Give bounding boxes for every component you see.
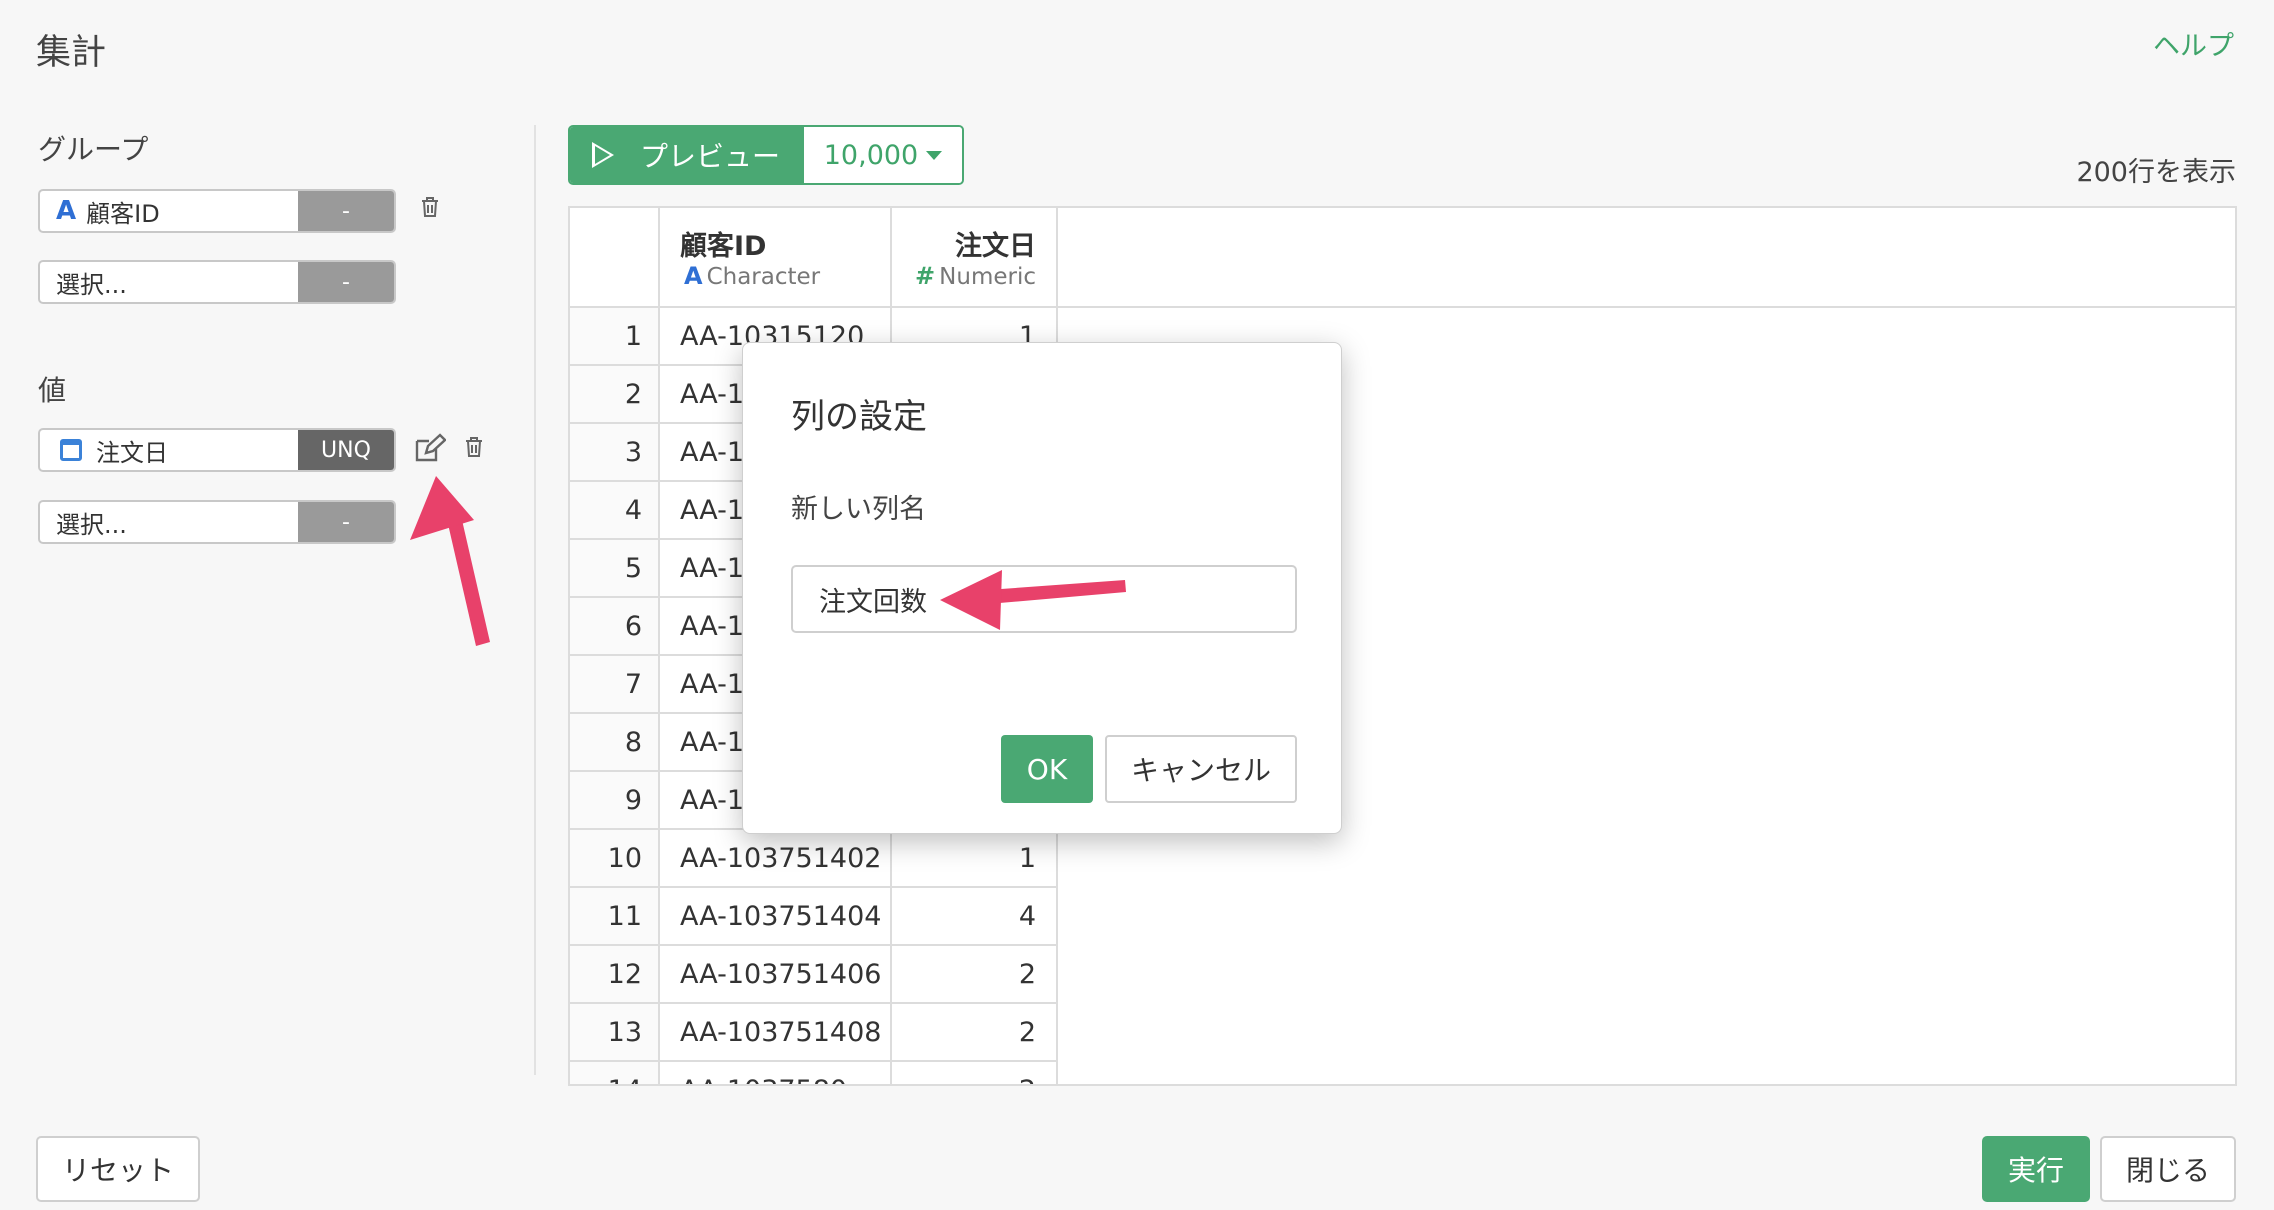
column-settings-dialog: 列の設定 新しい列名 注文回数 OK キャンセル	[742, 342, 1342, 834]
customer-id-cell: AA-103751404	[660, 888, 892, 946]
preview-rows-dropdown[interactable]: 10,000	[804, 127, 962, 183]
customer-id-cell: AA-103751406	[660, 946, 892, 1004]
trash-icon[interactable]	[464, 436, 484, 458]
play-icon	[592, 142, 614, 168]
annotation-arrow-to-edit	[410, 476, 490, 646]
group-add-selector[interactable]: 選択... -	[38, 260, 396, 304]
column-header-order-date[interactable]: 注文日 # Numeric	[892, 208, 1058, 308]
value-add-option-button[interactable]: -	[298, 502, 394, 542]
row-index: 13	[570, 1004, 660, 1062]
trash-icon[interactable]	[420, 196, 440, 218]
index-header	[570, 208, 660, 308]
preview-button[interactable]: プレビュー	[570, 127, 804, 183]
value-add-selector[interactable]: 選択... -	[38, 500, 396, 544]
help-link[interactable]: ヘルプ	[2153, 24, 2234, 63]
group-column-selector[interactable]: A 顧客ID -	[38, 189, 396, 233]
preview-control: プレビュー 10,000	[568, 125, 964, 185]
dialog-title: 列の設定	[791, 397, 927, 437]
group-section-label: グループ	[38, 133, 149, 166]
aggregation-unq-button[interactable]: UNQ	[298, 430, 394, 470]
value-column-selector[interactable]: 注文日 UNQ	[38, 428, 396, 472]
row-count-label: 200行を表示	[2076, 157, 2236, 188]
row-index: 14	[570, 1062, 660, 1084]
table-row: 11 AA-103751404 4	[570, 888, 1058, 946]
values-section-label: 値	[38, 374, 67, 407]
preview-label: プレビュー	[640, 140, 781, 173]
numeric-type-icon: #	[915, 262, 936, 290]
row-index: 5	[570, 540, 660, 598]
calendar-icon	[60, 439, 82, 461]
order-date-cell: 2	[892, 1062, 1058, 1084]
row-index: 8	[570, 714, 660, 772]
ok-button[interactable]: OK	[1001, 735, 1093, 803]
value-add-placeholder: 選択...	[56, 510, 127, 539]
cancel-button[interactable]: キャンセル	[1105, 735, 1297, 803]
group-column-name: 顧客ID	[86, 199, 160, 228]
reset-button[interactable]: リセット	[36, 1136, 200, 1202]
table-row: 13 AA-103751408 2	[570, 1004, 1058, 1062]
edit-icon[interactable]	[414, 433, 447, 463]
row-index: 9	[570, 772, 660, 830]
group-add-placeholder: 選択...	[56, 270, 127, 299]
column-header-customer-id[interactable]: 顧客ID A Character	[660, 208, 892, 308]
table-row: 12 AA-103751406 2	[570, 946, 1058, 1004]
table-row: 10 AA-103751402 1	[570, 830, 1058, 888]
character-type-icon: A	[56, 196, 77, 226]
order-date-cell: 2	[892, 1004, 1058, 1062]
row-index: 3	[570, 424, 660, 482]
table-row: 14AA-10375802	[570, 1062, 1058, 1084]
value-column-name: 注文日	[96, 438, 168, 467]
order-date-cell: 4	[892, 888, 1058, 946]
customer-id-cell: AA-103751402	[660, 830, 892, 888]
customer-id-cell: AA-103751408	[660, 1004, 892, 1062]
new-column-name-input[interactable]: 注文回数	[791, 565, 1297, 633]
row-index: 7	[570, 656, 660, 714]
customer-id-cell: AA-1037580	[660, 1062, 892, 1084]
close-button[interactable]: 閉じる	[2100, 1136, 2236, 1202]
order-date-cell: 2	[892, 946, 1058, 1004]
row-index: 1	[570, 308, 660, 366]
row-index: 12	[570, 946, 660, 1004]
order-date-cell: 1	[892, 830, 1058, 888]
row-index: 11	[570, 888, 660, 946]
row-index: 10	[570, 830, 660, 888]
new-column-name-label: 新しい列名	[791, 494, 926, 525]
panel-divider	[534, 125, 536, 1075]
character-type-icon: A	[684, 262, 703, 290]
run-button[interactable]: 実行	[1982, 1136, 2090, 1202]
caret-down-icon	[926, 150, 943, 160]
page-title: 集計	[36, 33, 107, 73]
group-column-option-button[interactable]: -	[298, 191, 394, 231]
row-index: 4	[570, 482, 660, 540]
table-header: 顧客ID A Character 注文日 # Numeric	[570, 208, 2235, 308]
row-index: 6	[570, 598, 660, 656]
row-index: 2	[570, 366, 660, 424]
group-add-option-button[interactable]: -	[298, 262, 394, 302]
